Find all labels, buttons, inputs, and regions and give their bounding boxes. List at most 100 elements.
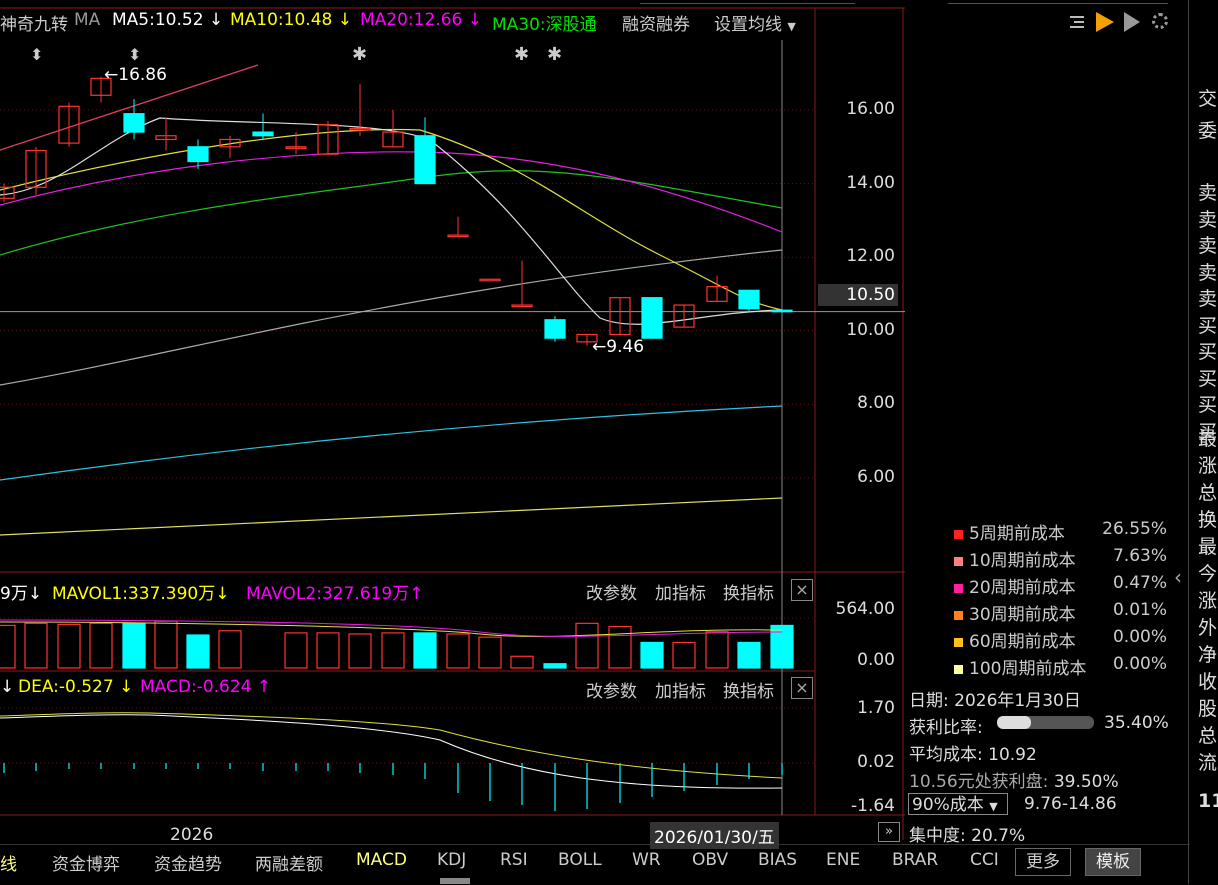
low-price-annotation: ←9.46 (592, 337, 645, 357)
vol-add-indicator-button[interactable]: 加指标 (655, 579, 706, 604)
chip-flag-icon[interactable] (1096, 12, 1114, 32)
expand-right-button[interactable]: » (878, 822, 900, 842)
x-axis-year: 2026 (170, 825, 214, 845)
price-tick-14: 14.00 (846, 173, 895, 193)
volume-bar (575, 622, 599, 669)
legend-swatch (954, 556, 963, 566)
candle-down (252, 131, 274, 137)
right-strip-label: 涨 (1198, 590, 1218, 612)
candle-down (641, 297, 663, 339)
chevron-down-icon: ▼ (787, 20, 796, 33)
right-strip-label: 净 (1198, 644, 1218, 666)
right-strip-label: 买 (1198, 314, 1218, 337)
volume-bar (705, 631, 729, 669)
scroll-down-indicator[interactable] (440, 878, 470, 884)
right-strip-label: 总 (1198, 725, 1218, 747)
tab-ma-line[interactable]: 线 (0, 850, 17, 875)
right-panel-collapse-icon[interactable]: ‹ (1174, 565, 1182, 589)
right-strip-label: 总 (1198, 482, 1218, 504)
tab-boll[interactable]: BOLL (558, 850, 602, 870)
volume-bar (543, 663, 567, 669)
legend-label: 30周期前成本 (969, 605, 1076, 625)
ma-settings-dropdown[interactable]: 设置均线 ▼ (714, 10, 796, 35)
gear-icon[interactable] (1152, 13, 1168, 29)
legend-swatch (954, 637, 963, 647)
right-strip-label: 买 (1198, 394, 1218, 416)
volume-bar (348, 633, 372, 669)
price-tick-8: 8.00 (857, 393, 895, 413)
tab-more-button[interactable]: 更多 (1015, 848, 1071, 876)
right-strip-label: 卖 (1198, 235, 1218, 257)
right-strip-label: 买 (1198, 367, 1218, 390)
macd-add-indicator-button[interactable]: 加指标 (655, 677, 706, 702)
tab-fund-game[interactable]: 资金博弈 (52, 850, 120, 875)
candle-down (738, 289, 760, 310)
macd-change-params-button[interactable]: 改参数 (586, 677, 637, 702)
candle-down (771, 309, 793, 313)
macd-tick-bottom: -1.64 (851, 796, 895, 816)
top-tab-accent (640, 0, 855, 4)
volume-bar (57, 623, 81, 669)
profit-at-price: 10.56元处获利盘: 39.50% (909, 772, 1119, 792)
legend-swatch (954, 664, 963, 674)
tab-obv[interactable]: OBV (692, 850, 728, 870)
mavol2-value: MAVOL2:327.619万↑ (246, 584, 424, 604)
tab-ene[interactable]: ENE (826, 850, 860, 870)
vol-close-button[interactable]: × (791, 579, 813, 601)
tab-kdj[interactable]: KDJ (437, 850, 466, 870)
right-strip-label: 委 (1198, 120, 1218, 142)
tab-bias[interactable]: BIAS (758, 850, 797, 870)
macd-close-button[interactable]: × (791, 677, 813, 699)
avg-cost: 平均成本: 10.92 (909, 745, 1037, 765)
tab-margin-diff[interactable]: 两融差额 (255, 850, 323, 875)
kline-chart[interactable]: ⬍ ⬍ ✱ ✱ ✱ (0, 0, 905, 884)
signal-star-marker: ✱ (352, 44, 367, 65)
volume-bar (218, 630, 242, 669)
ma20-value: MA20:12.66 ↓ (360, 10, 482, 30)
profit-ratio-label: 获利比率: (909, 718, 983, 738)
vol-change-params-button[interactable]: 改参数 (586, 579, 637, 604)
tab-rsi[interactable]: RSI (500, 850, 528, 870)
chip-list-icon[interactable] (1068, 14, 1086, 32)
macd-value: MACD:-0.624 ↑ (140, 677, 272, 697)
tab-brar[interactable]: BRAR (892, 850, 938, 870)
right-strip-label: 换 (1198, 509, 1218, 531)
tab-wr[interactable]: WR (632, 850, 661, 870)
cost-legend-row: 30周期前成本 0.01% (954, 600, 1167, 625)
macd-left-partial: ↓ (0, 677, 15, 697)
tab-macd[interactable]: MACD (356, 850, 407, 870)
ma5-line (0, 117, 783, 325)
top-tab-accent-2 (948, 0, 1168, 4)
price-tick-current: 10.50 (846, 285, 895, 305)
cost-percent-select[interactable]: 90%成本 ▼ (908, 793, 1008, 815)
right-strip-label: 卖 (1198, 288, 1218, 310)
tab-cci[interactable]: CCI (970, 850, 999, 870)
indicator-name[interactable]: 神奇九转 (0, 10, 68, 35)
volume-bar (0, 624, 16, 669)
cost-legend-row: 10周期前成本 7.63% (954, 546, 1167, 571)
volume-bar (316, 632, 340, 669)
ma-label[interactable]: MA (74, 10, 100, 30)
legend-label: 60周期前成本 (969, 632, 1076, 652)
legend-label: 20周期前成本 (969, 578, 1076, 598)
flag-icon[interactable] (1124, 12, 1140, 32)
margin-trading-button[interactable]: 融资融券 (622, 10, 690, 35)
volume-bar (510, 655, 534, 669)
right-panel-divider (1188, 0, 1189, 884)
volume-bar (186, 634, 210, 669)
right-strip-label: 卖 (1198, 182, 1218, 204)
candle-down (414, 135, 436, 185)
volume-bar (446, 633, 470, 669)
macd-tick-top: 1.70 (857, 698, 895, 718)
right-strip-label: 涨 (1198, 455, 1218, 477)
legend-value: 0.47% (1112, 573, 1167, 593)
price-tick-6: 6.00 (857, 467, 895, 487)
right-strip-label: 买 (1198, 341, 1218, 363)
tab-template-button[interactable]: 模板 (1085, 848, 1141, 876)
right-strip-label: 流 (1198, 752, 1218, 774)
vol-switch-indicator-button[interactable]: 换指标 (723, 579, 774, 604)
tab-fund-trend[interactable]: 资金趋势 (154, 850, 222, 875)
macd-switch-indicator-button[interactable]: 换指标 (723, 677, 774, 702)
dif-line (0, 714, 783, 789)
ma10-value: MA10:10.48 ↓ (230, 10, 352, 30)
